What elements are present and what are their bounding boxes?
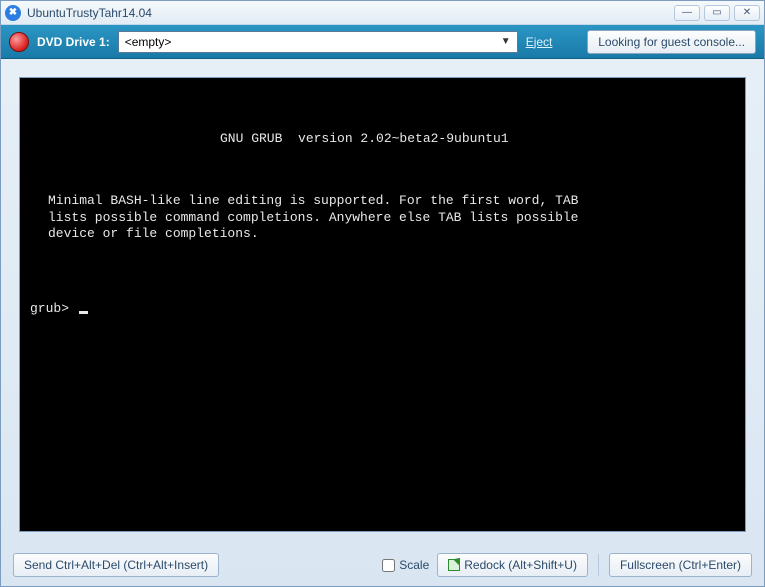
toolbar: DVD Drive 1: <empty> ▼ Eject Looking for… [1,25,764,59]
guest-console-button[interactable]: Looking for guest console... [587,30,756,54]
chevron-down-icon: ▼ [501,36,511,47]
drive-select-value: <empty> [125,35,172,49]
redock-button-label: Redock (Alt+Shift+U) [464,558,577,572]
grub-header: GNU GRUB version 2.02~beta2-9ubuntu1 [30,131,735,147]
maximize-button[interactable]: ▭ [704,5,730,21]
send-cad-button-label: Send Ctrl+Alt+Del (Ctrl+Alt+Insert) [24,558,208,572]
power-icon[interactable] [9,32,29,52]
window-controls: — ▭ ✕ [674,5,760,21]
redock-button[interactable]: Redock (Alt+Shift+U) [437,553,588,577]
separator [598,554,599,576]
eject-link[interactable]: Eject [526,35,553,49]
fullscreen-button[interactable]: Fullscreen (Ctrl+Enter) [609,553,752,577]
bottombar: Send Ctrl+Alt+Del (Ctrl+Alt+Insert) Scal… [1,550,764,586]
cursor-icon [79,311,88,314]
content-area: GNU GRUB version 2.02~beta2-9ubuntu1 Min… [1,59,764,550]
scale-checkbox-input[interactable] [382,559,395,572]
window-title: UbuntuTrustyTahr14.04 [27,6,674,20]
drive-label: DVD Drive 1: [37,35,110,49]
minimize-button[interactable]: — [674,5,700,21]
close-button[interactable]: ✕ [734,5,760,21]
titlebar: ✖ UbuntuTrustyTahr14.04 — ▭ ✕ [1,1,764,25]
grub-help-text: Minimal BASH-like line editing is suppor… [30,179,735,242]
guest-console[interactable]: GNU GRUB version 2.02~beta2-9ubuntu1 Min… [19,77,746,532]
grub-prompt: grub> [30,301,77,316]
guest-console-button-label: Looking for guest console... [598,35,745,49]
fullscreen-button-label: Fullscreen (Ctrl+Enter) [620,558,741,572]
app-icon: ✖ [5,5,21,21]
scale-checkbox-label: Scale [399,558,429,572]
redock-icon [448,559,460,571]
scale-checkbox[interactable]: Scale [382,558,429,572]
grub-prompt-line: grub> [30,275,735,317]
drive-select[interactable]: <empty> ▼ [118,31,518,53]
vm-window: ✖ UbuntuTrustyTahr14.04 — ▭ ✕ DVD Drive … [0,0,765,587]
send-cad-button[interactable]: Send Ctrl+Alt+Del (Ctrl+Alt+Insert) [13,553,219,577]
